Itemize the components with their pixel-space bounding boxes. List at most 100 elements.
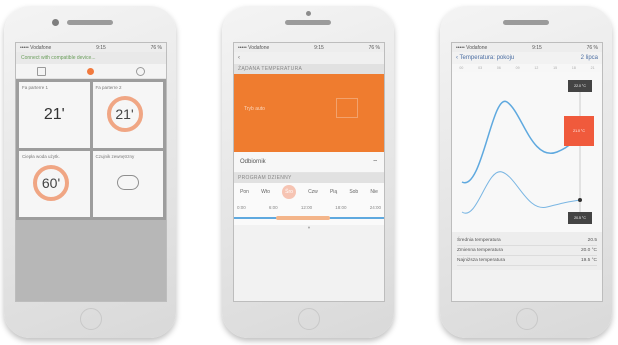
home-button[interactable] xyxy=(298,308,320,330)
carrier: ••••• Vodafone xyxy=(456,44,488,51)
schedule-timeline[interactable]: 0:00 6:00 12:00 18:00 24:00 xyxy=(234,201,384,225)
mode-text: Tryb auto xyxy=(244,106,265,112)
tile-temperature-ring: 60' xyxy=(33,165,69,201)
battery: 76 % xyxy=(150,44,162,51)
day-button[interactable]: Wto xyxy=(261,189,270,195)
section-header: PROGRAM DZIENNY xyxy=(234,173,384,183)
carrier: ••••• Vodafone xyxy=(20,44,52,51)
status-bar: ••••• Vodafone 9:15 76 % xyxy=(452,43,602,52)
row-value: 20.0 °C xyxy=(580,248,597,253)
screen-3: ••••• Vodafone 9:15 76 % ‹ Temperatura: … xyxy=(451,42,603,302)
phone-1: ••••• Vodafone 9:15 76 % Connect with co… xyxy=(4,6,176,338)
heating-tab-icon[interactable] xyxy=(87,67,95,75)
tile-temperature: 21' xyxy=(115,106,134,122)
empty-area xyxy=(16,220,166,301)
clock: 9:15 xyxy=(96,44,106,51)
tile-label: Fa parterre 1 xyxy=(22,85,49,90)
temperature-box xyxy=(336,98,358,118)
clock: 9:15 xyxy=(314,44,324,51)
row-label: Najniższa temperatura xyxy=(457,258,505,263)
wifi-icon: ⌔ xyxy=(372,160,378,166)
day-button[interactable]: Czw xyxy=(308,189,318,195)
zone-tile[interactable]: Czujnik zewnętrzny xyxy=(92,151,163,217)
hour-tick: 06 xyxy=(496,66,501,70)
zone-tile[interactable]: Ciepła woda użytk. 60' xyxy=(19,151,90,217)
series-line-lower xyxy=(461,171,581,214)
time-tick: 12:00 xyxy=(300,205,313,210)
time-tick: 18:00 xyxy=(335,205,347,210)
day-button[interactable]: Sob xyxy=(349,189,358,195)
hour-tick: 09 xyxy=(515,66,520,70)
tile-label: Ciepła woda użytk. xyxy=(22,154,60,159)
row-label: Zmienna temperatura xyxy=(457,248,503,253)
day-selector: Pon Wto Śro Czw Pią Sob Nie xyxy=(234,183,384,201)
tile-temperature: 60' xyxy=(41,175,61,191)
day-button[interactable]: Pon xyxy=(240,189,249,195)
badge-text: 20.5 °C xyxy=(574,216,586,220)
screen-2: ••••• Vodafone 9:15 76 % ‹ ŻĄDANA TEMPER… xyxy=(233,42,385,302)
time-tick: 0:00 xyxy=(237,205,246,210)
cloud-icon xyxy=(116,175,139,190)
zone-tiles: Fa parterre 1 21' Fa parterre 2 21' Ciep… xyxy=(16,79,166,220)
date-label[interactable]: 2 lipca xyxy=(581,55,598,61)
hour-tick: 18 xyxy=(571,66,576,70)
table-row: Zmienna temperatura 20.0 °C xyxy=(457,246,597,256)
phone-3: ••••• Vodafone 9:15 76 % ‹ Temperatura: … xyxy=(440,6,612,338)
tile-label: Fa parterre 2 xyxy=(95,85,122,90)
carrier: ••••• Vodafone xyxy=(238,44,270,51)
zone-tile[interactable]: Fa parterre 2 21' xyxy=(92,82,163,148)
page-title[interactable]: ‹ Temperatura: pokoju xyxy=(456,55,514,61)
row-value: 20.5 xyxy=(587,238,597,243)
camera-icon xyxy=(52,19,59,26)
row-value: 19.5 °C xyxy=(580,258,597,263)
hour-axis: 00 03 06 09 12 15 18 21 xyxy=(452,64,602,72)
nav-bar: ‹ Temperatura: pokoju 2 lipca xyxy=(452,52,602,64)
back-button[interactable]: ‹ xyxy=(238,55,240,61)
hour-tick: 00 xyxy=(459,66,464,70)
home-button[interactable] xyxy=(80,308,102,330)
earpiece xyxy=(67,20,113,25)
day-button[interactable]: Nie xyxy=(370,189,378,195)
nav-bar: ‹ xyxy=(234,52,384,64)
section-header: ŻĄDANA TEMPERATURA xyxy=(234,64,384,74)
settings-tab-icon[interactable] xyxy=(136,66,146,76)
time-ticks: 0:00 6:00 12:00 18:00 24:00 xyxy=(234,201,384,210)
comfort-period[interactable] xyxy=(276,216,330,220)
temperature-chart[interactable]: 22.0 °C 21.0 °C 20.5 °C xyxy=(452,72,602,232)
hour-tick: 21 xyxy=(590,66,595,70)
tile-temperature-ring: 21' xyxy=(106,96,143,132)
status-bar: ••••• Vodafone 9:15 76 % xyxy=(16,43,166,52)
stats-table: Średnia temperatura 20.5 Zmienna tempera… xyxy=(452,232,602,270)
table-row: Najniższa temperatura 19.5 °C xyxy=(457,256,597,266)
earpiece xyxy=(285,20,331,25)
temperature-panel[interactable]: Tryb auto xyxy=(234,74,384,152)
badge-current: 21.0 °C xyxy=(564,116,594,146)
camera-icon xyxy=(306,11,311,16)
home-button[interactable] xyxy=(516,308,538,330)
hour-tick: 03 xyxy=(478,66,483,70)
hour-tick: 12 xyxy=(534,66,539,70)
battery: 76 % xyxy=(586,44,598,51)
phone-2: ••••• Vodafone 9:15 76 % ‹ ŻĄDANA TEMPER… xyxy=(222,6,394,338)
receiver-label: Odbiornik xyxy=(240,159,266,165)
badge-text: 21.0 °C xyxy=(573,129,585,133)
badge-top: 22.0 °C xyxy=(568,80,592,92)
list-tab-icon[interactable] xyxy=(36,66,46,76)
row-label: Średnia temperatura xyxy=(457,238,501,243)
banner[interactable]: Connect with compatible device... xyxy=(16,52,166,64)
table-row: Średnia temperatura 20.5 xyxy=(457,236,597,246)
day-button[interactable]: Pią xyxy=(330,189,337,195)
day-button-selected[interactable]: Śro xyxy=(282,185,296,199)
cursor-point xyxy=(578,198,582,202)
screen-1: ••••• Vodafone 9:15 76 % Connect with co… xyxy=(15,42,167,302)
tile-label: Czujnik zewnętrzny xyxy=(95,154,135,159)
zone-tile[interactable]: Fa parterre 1 21' xyxy=(19,82,90,148)
receiver-row[interactable]: Odbiornik ⌔ xyxy=(234,152,384,173)
status-bar: ••••• Vodafone 9:15 76 % xyxy=(234,43,384,52)
page-dots: • xyxy=(234,225,384,285)
tab-bar xyxy=(16,64,166,79)
clock: 9:15 xyxy=(532,44,542,51)
tile-temperature: 21' xyxy=(43,106,65,123)
series-line-upper xyxy=(461,100,581,184)
time-tick: 24:00 xyxy=(369,205,381,210)
